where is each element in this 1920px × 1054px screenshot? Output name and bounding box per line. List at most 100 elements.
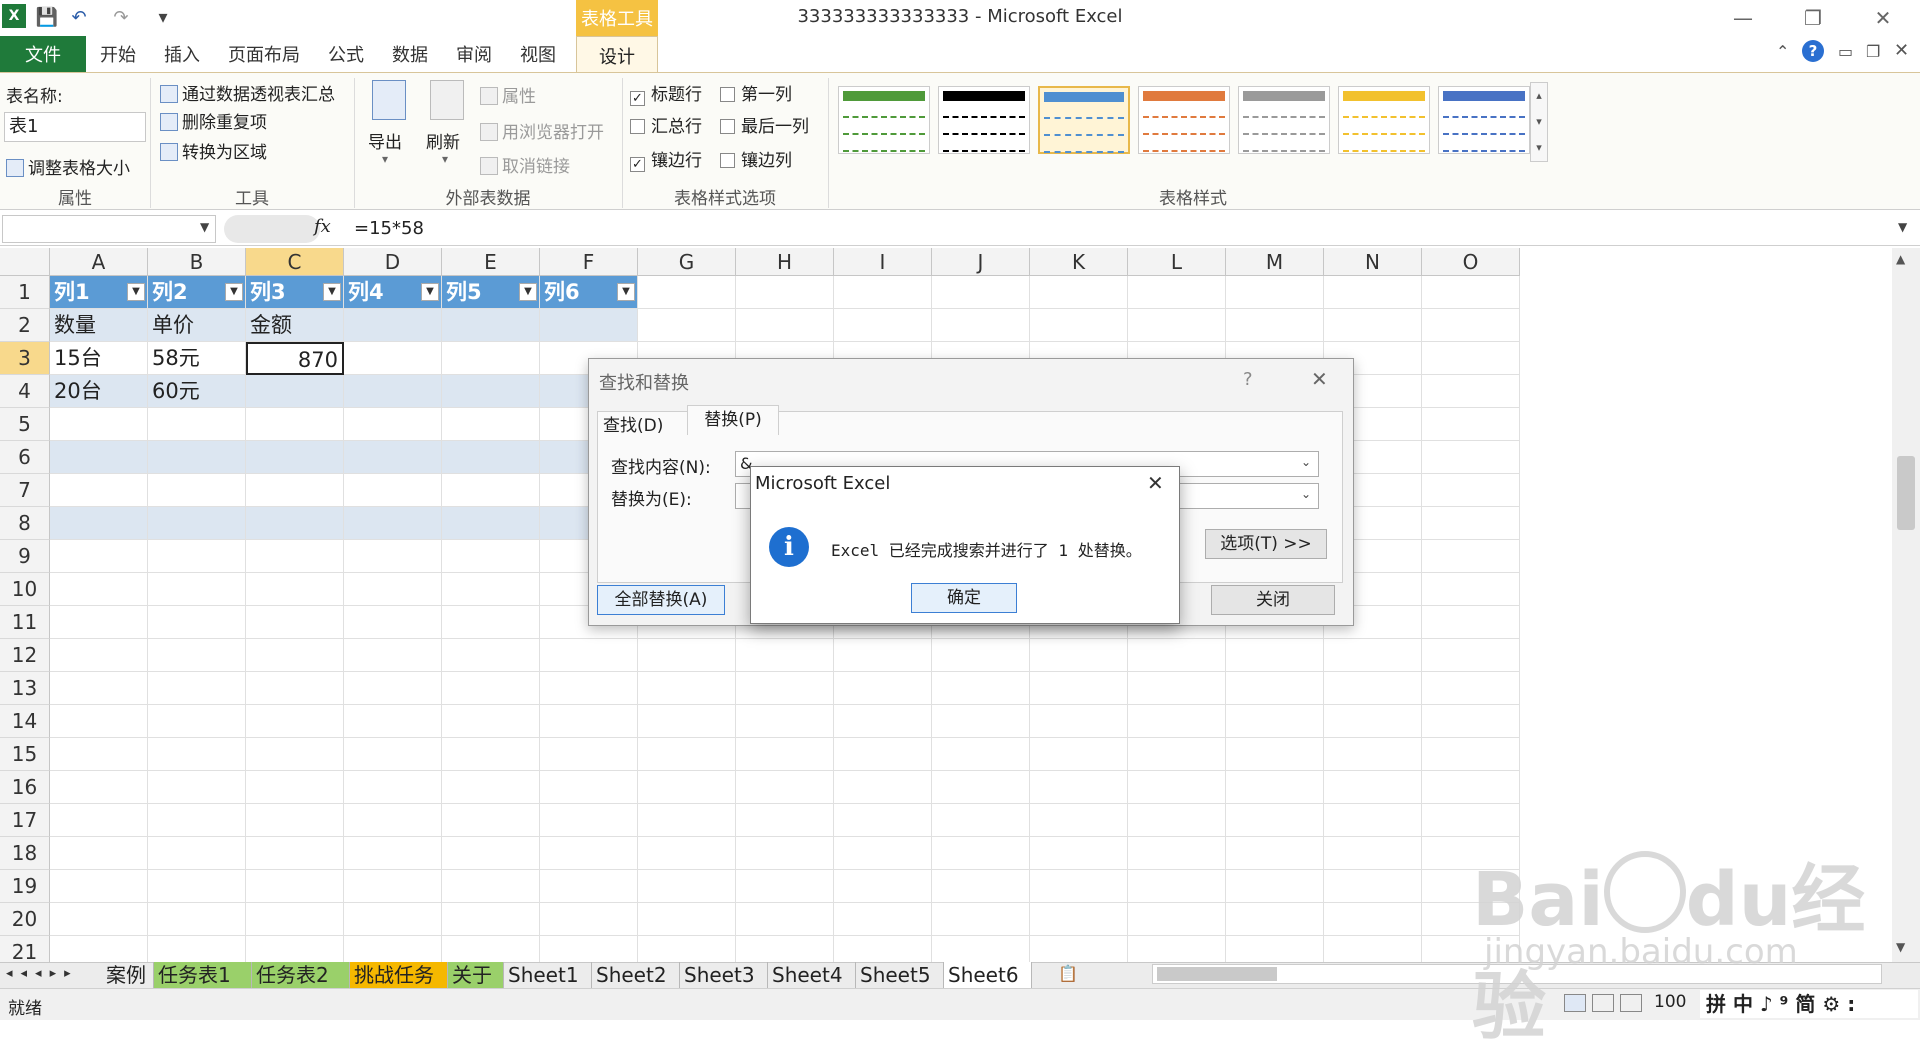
- cell-B12[interactable]: [148, 639, 246, 672]
- cell-J13[interactable]: [932, 672, 1030, 705]
- cell-I21[interactable]: [834, 936, 932, 962]
- row-header-5[interactable]: 5: [0, 408, 50, 441]
- select-all-corner[interactable]: [0, 248, 50, 276]
- row-header-13[interactable]: 13: [0, 672, 50, 705]
- cell-O13[interactable]: [1422, 672, 1520, 705]
- cell-O9[interactable]: [1422, 540, 1520, 573]
- cell-G18[interactable]: [638, 837, 736, 870]
- banded-rows-checkbox[interactable]: ✓ 镶边行: [630, 146, 702, 172]
- cell-G17[interactable]: [638, 804, 736, 837]
- cell-L14[interactable]: [1128, 705, 1226, 738]
- cell-K2[interactable]: [1030, 309, 1128, 342]
- sheet-tab-Sheet4[interactable]: Sheet4: [768, 962, 856, 988]
- filter-dropdown-icon[interactable]: ▼: [421, 283, 439, 301]
- cell-I15[interactable]: [834, 738, 932, 771]
- cell-O16[interactable]: [1422, 771, 1520, 804]
- cell-J16[interactable]: [932, 771, 1030, 804]
- cell-I14[interactable]: [834, 705, 932, 738]
- row-header-12[interactable]: 12: [0, 639, 50, 672]
- sheet-tab-Sheet2[interactable]: Sheet2: [592, 962, 680, 988]
- column-header-B[interactable]: B: [148, 248, 246, 276]
- cell-F16[interactable]: [540, 771, 638, 804]
- cell-D1[interactable]: 列4 ▼: [344, 276, 442, 309]
- table-style-swatch[interactable]: [938, 86, 1030, 154]
- tab-replace[interactable]: 替换(P): [687, 405, 779, 435]
- cell-H12[interactable]: [736, 639, 834, 672]
- cell-C7[interactable]: [246, 474, 344, 507]
- sheet-tab-挑战任务[interactable]: 挑战任务: [350, 962, 448, 988]
- cell-B20[interactable]: [148, 903, 246, 936]
- cell-B2[interactable]: 单价: [148, 309, 246, 342]
- cell-H19[interactable]: [736, 870, 834, 903]
- column-header-O[interactable]: O: [1422, 248, 1520, 276]
- cell-D3[interactable]: [344, 342, 442, 375]
- cell-A16[interactable]: [50, 771, 148, 804]
- cell-M19[interactable]: [1226, 870, 1324, 903]
- cell-J20[interactable]: [932, 903, 1030, 936]
- column-header-N[interactable]: N: [1324, 248, 1422, 276]
- cell-I18[interactable]: [834, 837, 932, 870]
- cell-H21[interactable]: [736, 936, 834, 962]
- cell-D13[interactable]: [344, 672, 442, 705]
- sheet-tab-任务表2[interactable]: 任务表2: [252, 962, 350, 988]
- cell-G20[interactable]: [638, 903, 736, 936]
- tab-insert[interactable]: 插入: [164, 36, 200, 72]
- cell-D14[interactable]: [344, 705, 442, 738]
- row-header-18[interactable]: 18: [0, 837, 50, 870]
- column-header-D[interactable]: D: [344, 248, 442, 276]
- cell-N15[interactable]: [1324, 738, 1422, 771]
- find-dialog-close-icon[interactable]: ✕: [1311, 367, 1328, 391]
- cell-G13[interactable]: [638, 672, 736, 705]
- cell-J19[interactable]: [932, 870, 1030, 903]
- table-style-swatch[interactable]: [1338, 86, 1430, 154]
- export-dropdown-icon[interactable]: ▾: [382, 152, 388, 166]
- cell-K12[interactable]: [1030, 639, 1128, 672]
- cell-I17[interactable]: [834, 804, 932, 837]
- table-style-swatch[interactable]: [1138, 86, 1230, 154]
- row-header-1[interactable]: 1: [0, 276, 50, 309]
- cell-O3[interactable]: [1422, 342, 1520, 375]
- cell-M18[interactable]: [1226, 837, 1324, 870]
- cell-B3[interactable]: 58元: [148, 342, 246, 375]
- cell-A19[interactable]: [50, 870, 148, 903]
- cell-C11[interactable]: [246, 606, 344, 639]
- cell-A6[interactable]: [50, 441, 148, 474]
- cell-L16[interactable]: [1128, 771, 1226, 804]
- sheet-tab-案例[interactable]: 案例: [102, 962, 154, 988]
- cell-C16[interactable]: [246, 771, 344, 804]
- table-style-swatch[interactable]: [1238, 86, 1330, 154]
- cell-B17[interactable]: [148, 804, 246, 837]
- cell-A21[interactable]: [50, 936, 148, 962]
- cell-J21[interactable]: [932, 936, 1030, 962]
- tab-home[interactable]: 开始: [100, 36, 136, 72]
- cell-A7[interactable]: [50, 474, 148, 507]
- scroll-up-icon[interactable]: ▲: [1896, 252, 1905, 266]
- cell-F18[interactable]: [540, 837, 638, 870]
- cell-L20[interactable]: [1128, 903, 1226, 936]
- close-window-button[interactable]: ✕: [1860, 4, 1906, 32]
- pivot-summary-button[interactable]: 通过数据透视表汇总: [160, 80, 335, 105]
- cell-A13[interactable]: [50, 672, 148, 705]
- cell-B7[interactable]: [148, 474, 246, 507]
- row-header-9[interactable]: 9: [0, 540, 50, 573]
- cell-L1[interactable]: [1128, 276, 1226, 309]
- cell-B9[interactable]: [148, 540, 246, 573]
- cell-B10[interactable]: [148, 573, 246, 606]
- cell-C21[interactable]: [246, 936, 344, 962]
- cell-E13[interactable]: [442, 672, 540, 705]
- cell-E16[interactable]: [442, 771, 540, 804]
- cell-C5[interactable]: [246, 408, 344, 441]
- cell-A9[interactable]: [50, 540, 148, 573]
- cell-D19[interactable]: [344, 870, 442, 903]
- cell-N18[interactable]: [1324, 837, 1422, 870]
- cell-D18[interactable]: [344, 837, 442, 870]
- cell-M14[interactable]: [1226, 705, 1324, 738]
- cell-D4[interactable]: [344, 375, 442, 408]
- minimize-button[interactable]: —: [1720, 4, 1766, 32]
- help-icon[interactable]: ?: [1802, 40, 1824, 62]
- tab-data[interactable]: 数据: [392, 36, 428, 72]
- cell-C6[interactable]: [246, 441, 344, 474]
- resize-table-button[interactable]: 调整表格大小: [6, 154, 130, 179]
- cell-C8[interactable]: [246, 507, 344, 540]
- cell-K13[interactable]: [1030, 672, 1128, 705]
